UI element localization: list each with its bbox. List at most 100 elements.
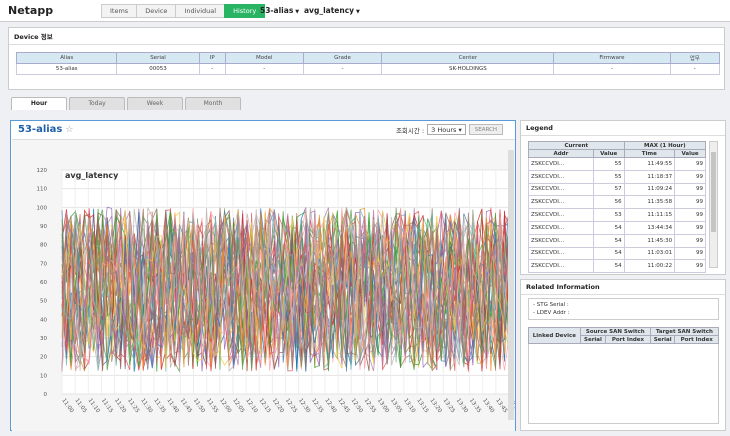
device-table: Alias Serial IP Model Grade Center Firmware 업무 …	[15, 52, 721, 75]
legend-cell: ZSKCCVDI...	[528, 195, 594, 210]
legend-row[interactable]: ZSKCCVDI... 55 11:18:37 99	[528, 169, 706, 184]
tab-individual[interactable]: Individual	[175, 4, 225, 18]
chart-panel: 53-alias ☆ 조회시간 : 3 Hours ▾ SEARCH 0 10 20 3…	[10, 120, 522, 431]
related-title: Related Information	[521, 280, 725, 295]
col-source-serial: Serial	[579, 335, 607, 344]
legend-title: Legend	[521, 121, 725, 136]
y-tick-label: 90	[40, 224, 47, 230]
tab-today[interactable]: Today	[69, 97, 125, 110]
col-linked-device: Linked Device	[528, 327, 581, 344]
legend-row[interactable]: ZSKCCVDI... 54 13:44:34 99	[528, 220, 706, 235]
y-tick-label: 10	[40, 373, 47, 379]
search-button[interactable]: SEARCH	[468, 124, 503, 135]
tab-month[interactable]: Month	[185, 97, 241, 110]
col-value: Value	[592, 149, 625, 158]
legend-cell: 57	[592, 182, 625, 197]
x-tick-label: 13:05	[389, 398, 403, 415]
chart-panel-title: 53-alias ☆	[18, 124, 73, 135]
legend-cell: ZSKCCVDI...	[528, 220, 594, 235]
legend-cell: ZSKCCVDI...	[528, 208, 594, 222]
time-select[interactable]: 3 Hours ▾	[427, 124, 466, 135]
x-tick-label: 12:40	[323, 398, 337, 415]
x-tick-label: 12:10	[244, 398, 258, 415]
chevron-down-icon: ▾	[458, 126, 462, 134]
time-select-value: 3 Hours	[431, 126, 457, 134]
x-tick-label: 12:50	[350, 398, 364, 415]
legend-cell: 54	[592, 259, 625, 274]
legend-cell: 55	[592, 169, 625, 184]
metric-dropdown[interactable]: avg_latency ▼	[304, 6, 360, 15]
device-col-header: Alias	[15, 52, 118, 64]
col-source-port: Port Index	[605, 335, 651, 344]
app-title: Netapp	[8, 4, 54, 17]
x-tick-label: 12:15	[258, 398, 272, 415]
legend-row[interactable]: ZSKCCVDI... 54 11:45:30 99	[528, 233, 706, 248]
legend-cell: 99	[674, 259, 706, 274]
col-target-port: Port Index	[674, 335, 719, 344]
x-tick-label: 12:35	[310, 398, 324, 415]
legend-row[interactable]: ZSKCCVDI... 54 11:00:22 99	[528, 259, 706, 274]
device-cell: -	[302, 63, 383, 75]
tab-device[interactable]: Device	[136, 4, 176, 18]
star-icon[interactable]: ☆	[65, 125, 73, 135]
legend-cell: 11:00:22	[623, 259, 676, 274]
x-tick-label: 12:25	[284, 398, 298, 415]
related-info-box: - STG Serial : - LDEV Addr :	[528, 298, 719, 320]
legend-cell: 99	[674, 195, 706, 210]
device-panel: Device 정보 Alias Serial IP Model Grade Center F…	[8, 27, 725, 90]
device-cell: -	[669, 63, 721, 75]
y-tick-label: 40	[40, 317, 47, 323]
legend-cell: 11:49:55	[623, 157, 676, 171]
x-tick-label: 11:40	[166, 398, 180, 415]
device-col-header: 업무	[669, 52, 721, 64]
legend-cell: 99	[674, 246, 706, 261]
alias-dropdown[interactable]: 53-alias ▼	[260, 6, 299, 15]
x-tick-label: 13:20	[428, 398, 442, 415]
legend-cell: ZSKCCVDI...	[528, 157, 594, 171]
x-tick-label: 13:30	[455, 398, 469, 415]
x-tick-label: 13:15	[415, 398, 429, 415]
legend-cell: ZSKCCVDI...	[528, 246, 594, 261]
tab-week[interactable]: Week	[127, 97, 183, 110]
chevron-down-icon: ▼	[356, 9, 360, 15]
y-tick-label: 20	[40, 355, 47, 361]
time-control: 조회시간 : 3 Hours ▾ SEARCH	[396, 124, 503, 135]
chart-svg: 010203040506070809010011012011:00 11:05 11…	[37, 150, 522, 420]
col-target-switch: Target SAN Switch	[649, 327, 720, 336]
x-tick-label: 11:35	[152, 398, 166, 415]
legend-row[interactable]: ZSKCCVDI... 55 11:49:55 99	[528, 157, 706, 171]
device-alias-title: 53-alias	[18, 124, 63, 135]
linked-device-table: Linked Device Source SAN Switch Target SAN…	[528, 327, 720, 344]
legend-cell: 11:18:37	[623, 169, 676, 184]
legend-row[interactable]: ZSKCCVDI... 54 11:03:01 99	[528, 246, 706, 261]
device-col-header: Model	[224, 52, 304, 64]
legend-table: Current MAX (1 Hour) Addr Value Time Value Z…	[528, 141, 707, 274]
legend-cell: ZSKCCVDI...	[528, 233, 594, 248]
x-tick-label: 11:20	[113, 398, 127, 415]
legend-cell: ZSKCCVDI...	[528, 182, 594, 197]
legend-row[interactable]: ZSKCCVDI... 56 11:35:58 99	[528, 195, 706, 210]
legend-scrollbar[interactable]	[709, 141, 718, 268]
tab-items[interactable]: Items	[101, 4, 137, 18]
related-info-panel: Related Information - STG Serial : - LDE…	[520, 279, 726, 431]
alias-dropdown-label: 53-alias	[260, 6, 294, 15]
x-tick-label: 13:00	[376, 398, 390, 415]
chart-scrollbar[interactable]	[508, 150, 514, 420]
legend-cell: 11:09:24	[623, 182, 676, 197]
time-tabs: Hour Today Week Month	[11, 97, 243, 110]
time-label: 조회시간 :	[395, 126, 425, 135]
legend-row[interactable]: ZSKCCVDI... 53 11:11:15 99	[528, 208, 706, 222]
legend-cell: 53	[592, 208, 625, 222]
scrollbar-thumb[interactable]	[711, 152, 716, 232]
tab-hour[interactable]: Hour	[11, 97, 67, 110]
y-tick-label: 110	[37, 187, 48, 193]
x-tick-label: 12:20	[271, 398, 285, 415]
top-bar: Netapp Items Device Individual History 5…	[0, 0, 730, 22]
legend-cell: 99	[674, 233, 706, 248]
legend-cell: 56	[592, 195, 625, 210]
legend-panel: Legend Current MAX (1 Hour) Addr Value Time…	[520, 120, 726, 275]
col-max-value: Value	[674, 149, 706, 158]
x-tick-label: 11:55	[205, 398, 219, 415]
y-tick-label: 80	[40, 243, 47, 249]
legend-row[interactable]: ZSKCCVDI... 57 11:09:24 99	[528, 182, 706, 197]
